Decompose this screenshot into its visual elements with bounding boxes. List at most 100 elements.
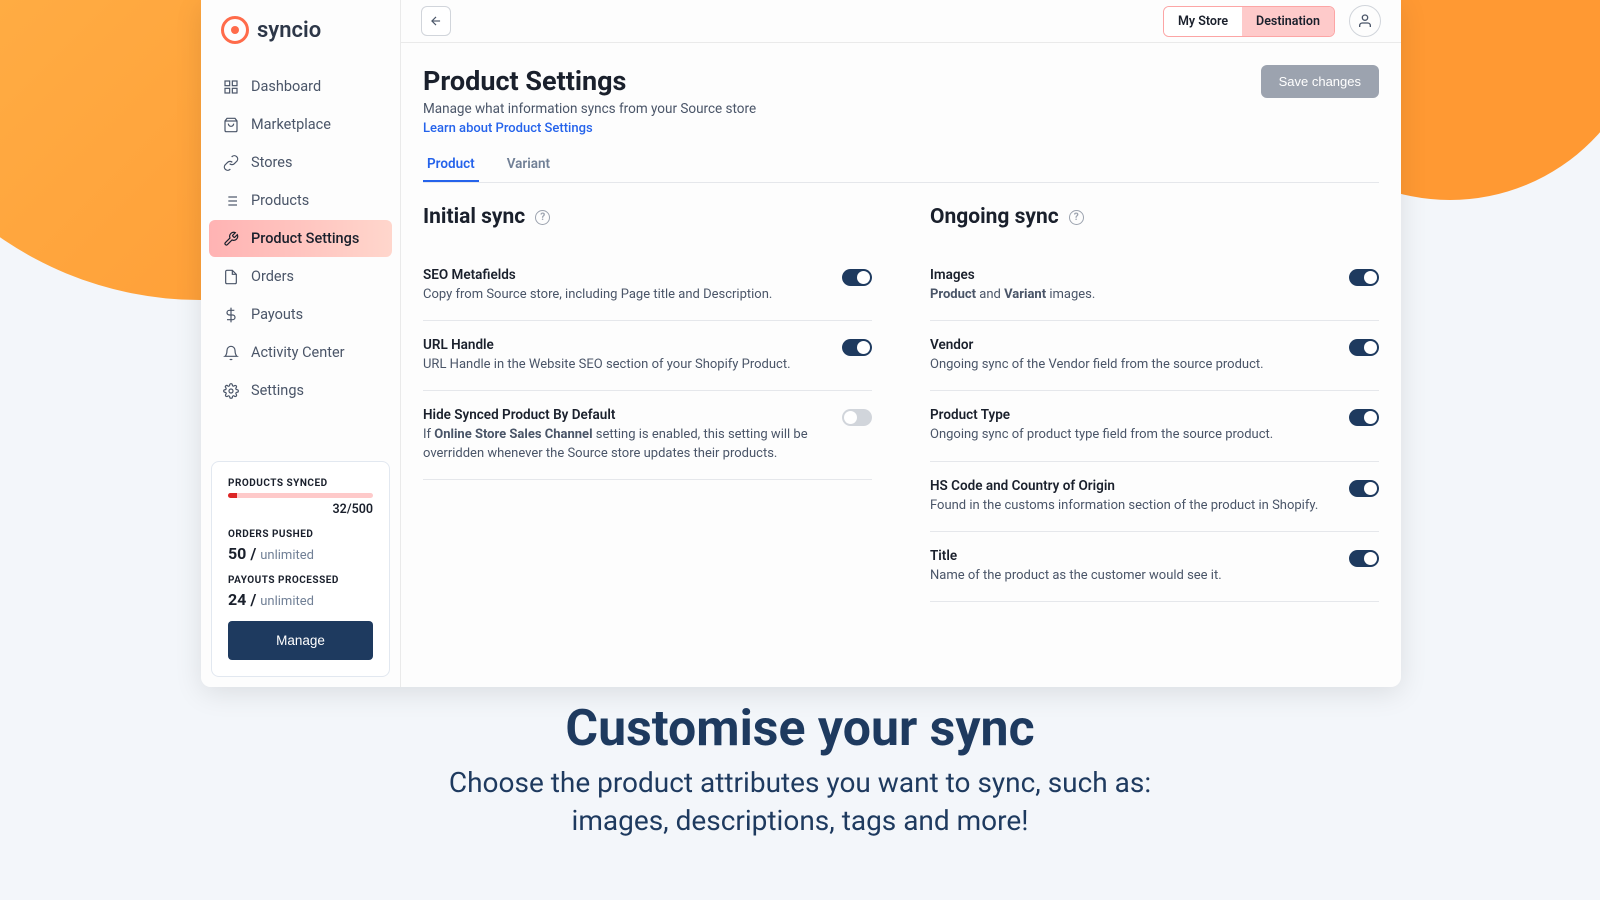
sidebar-item-payouts[interactable]: Payouts <box>209 296 392 333</box>
sidebar-item-label: Stores <box>251 154 292 171</box>
setting-title: Vendor <box>930 337 1329 353</box>
save-changes-button[interactable]: Save changes <box>1261 65 1379 98</box>
bag-icon <box>223 117 239 133</box>
gear-icon <box>223 383 239 399</box>
toggle-hs-code[interactable] <box>1349 480 1379 497</box>
initial-sync-title: Initial sync <box>423 205 525 229</box>
main: My Store Destination Product Settings Ma… <box>401 0 1401 687</box>
manage-button[interactable]: Manage <box>228 621 373 660</box>
sidebar-item-stores[interactable]: Stores <box>209 144 392 181</box>
toggle-vendor[interactable] <box>1349 339 1379 356</box>
sidebar-item-product-settings[interactable]: Product Settings <box>209 220 392 257</box>
hero-title: Customise your sync <box>0 700 1600 758</box>
file-icon <box>223 269 239 285</box>
logo-icon <box>221 16 249 44</box>
payouts-limit: unlimited <box>260 594 314 609</box>
setting-title: Images <box>930 267 1329 283</box>
toggle-hide-synced[interactable] <box>842 409 872 426</box>
toggle-product-type[interactable] <box>1349 409 1379 426</box>
setting-desc: If Online Store Sales Channel setting is… <box>423 426 822 462</box>
setting-hide-synced: Hide Synced Product By Default If Online … <box>423 391 872 479</box>
setting-hs-code: HS Code and Country of Origin Found in th… <box>930 462 1379 532</box>
initial-sync-column: Initial sync? SEO Metafields Copy from So… <box>423 205 872 602</box>
orders-count: 50 / <box>228 544 256 563</box>
setting-title: Product Type <box>930 407 1329 423</box>
setting-images: Images Product and Variant images. <box>930 251 1379 321</box>
link-icon <box>223 155 239 171</box>
tabs: Product Variant <box>423 148 1379 183</box>
setting-desc: Ongoing sync of the Vendor field from th… <box>930 356 1329 374</box>
sidebar-item-label: Marketplace <box>251 116 331 133</box>
nav: Dashboard Marketplace Stores Products Pr… <box>201 60 400 451</box>
ongoing-sync-column: Ongoing sync? Images Product and Variant … <box>930 205 1379 602</box>
my-store-pill[interactable]: My Store <box>1164 7 1242 36</box>
sidebar-item-label: Orders <box>251 268 294 285</box>
sidebar-item-label: Settings <box>251 382 304 399</box>
setting-url-handle: URL HandleURL Handle in the Website SEO … <box>423 321 872 391</box>
setting-title-sync: Title Name of the product as the customer… <box>930 532 1379 602</box>
toggle-title-sync[interactable] <box>1349 550 1379 567</box>
page-title: Product Settings <box>423 65 756 97</box>
sidebar-item-label: Activity Center <box>251 344 345 361</box>
sidebar-item-settings[interactable]: Settings <box>209 372 392 409</box>
grid-icon <box>223 79 239 95</box>
setting-title: Title <box>930 548 1329 564</box>
setting-title: HS Code and Country of Origin <box>930 478 1329 494</box>
store-switcher: My Store Destination <box>1163 6 1335 37</box>
learn-link[interactable]: Learn about Product Settings <box>423 121 593 136</box>
ongoing-sync-title: Ongoing sync <box>930 205 1059 229</box>
app-window: syncio Dashboard Marketplace Stores Prod… <box>201 0 1401 687</box>
products-progress <box>228 493 373 498</box>
sidebar-item-marketplace[interactable]: Marketplace <box>209 106 392 143</box>
sidebar-item-products[interactable]: Products <box>209 182 392 219</box>
tab-variant[interactable]: Variant <box>503 148 554 182</box>
user-avatar[interactable] <box>1349 5 1381 37</box>
sidebar-item-label: Payouts <box>251 306 303 323</box>
help-icon[interactable]: ? <box>535 210 550 225</box>
setting-seo-metafields: SEO Metafields Copy from Source store, in… <box>423 251 872 321</box>
topbar: My Store Destination <box>401 0 1401 43</box>
hero-subtitle: Choose the product attributes you want t… <box>0 764 1600 840</box>
sidebar-item-label: Product Settings <box>251 230 359 247</box>
setting-desc: Found in the customs information section… <box>930 497 1329 515</box>
setting-vendor: Vendor Ongoing sync of the Vendor field f… <box>930 321 1379 391</box>
sidebar-item-orders[interactable]: Orders <box>209 258 392 295</box>
setting-desc: Copy from Source store, including Page t… <box>423 286 822 304</box>
sidebar: syncio Dashboard Marketplace Stores Prod… <box>201 0 401 687</box>
setting-product-type: Product Type Ongoing sync of product type… <box>930 391 1379 461</box>
sidebar-item-label: Products <box>251 192 309 209</box>
setting-desc: Name of the product as the customer woul… <box>930 567 1329 585</box>
products-synced-value: 32/500 <box>228 502 373 517</box>
stats-card: PRODUCTS SYNCED 32/500 ORDERS PUSHED 50 … <box>211 461 390 677</box>
help-icon[interactable]: ? <box>1069 210 1084 225</box>
toggle-images[interactable] <box>1349 269 1379 286</box>
sidebar-item-activity[interactable]: Activity Center <box>209 334 392 371</box>
dollar-icon <box>223 307 239 323</box>
tab-product[interactable]: Product <box>423 148 479 182</box>
toggle-url-handle[interactable] <box>842 339 872 356</box>
setting-desc: Product and Variant images. <box>930 286 1329 304</box>
products-synced-label: PRODUCTS SYNCED <box>228 478 373 489</box>
back-button[interactable] <box>421 6 451 36</box>
user-icon <box>1357 13 1373 29</box>
hero: Customise your sync Choose the product a… <box>0 700 1600 840</box>
setting-title: SEO Metafields <box>423 267 822 283</box>
arrow-left-icon <box>429 14 443 28</box>
logo: syncio <box>201 0 400 60</box>
wrench-icon <box>223 231 239 247</box>
setting-title: Hide Synced Product By Default <box>423 407 822 423</box>
payouts-processed-label: PAYOUTS PROCESSED <box>228 575 373 586</box>
bell-icon <box>223 345 239 361</box>
toggle-seo-metafields[interactable] <box>842 269 872 286</box>
sidebar-item-dashboard[interactable]: Dashboard <box>209 68 392 105</box>
orders-pushed-label: ORDERS PUSHED <box>228 529 373 540</box>
page-subtitle: Manage what information syncs from your … <box>423 101 756 117</box>
list-icon <box>223 193 239 209</box>
destination-pill[interactable]: Destination <box>1242 7 1334 36</box>
content: Product Settings Manage what information… <box>401 43 1401 602</box>
payouts-count: 24 / <box>228 590 256 609</box>
sidebar-item-label: Dashboard <box>251 78 321 95</box>
orders-limit: unlimited <box>260 548 314 563</box>
setting-desc: Ongoing sync of product type field from … <box>930 426 1329 444</box>
brand-name: syncio <box>257 18 321 43</box>
